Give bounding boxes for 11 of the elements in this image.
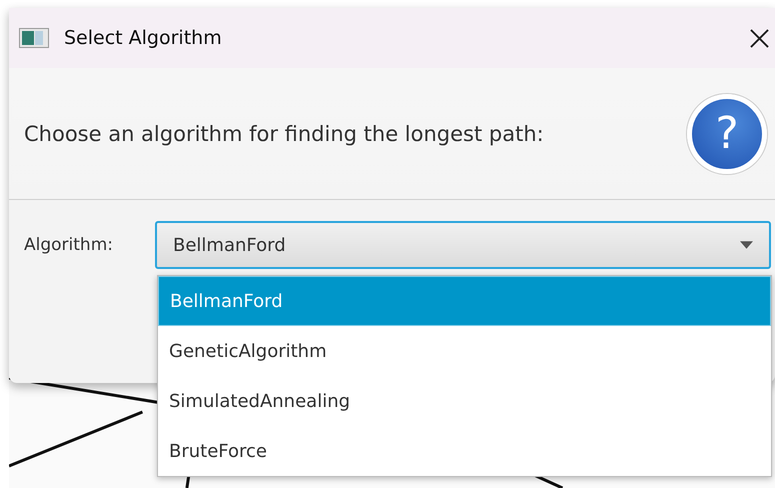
app-icon: [19, 28, 49, 48]
window-title: Select Algorithm: [64, 27, 222, 49]
caret-icon: [740, 241, 753, 249]
help-icon: ?: [687, 94, 767, 174]
field-label: Algorithm:: [24, 235, 114, 255]
dropdown-option[interactable]: BruteForce: [158, 426, 771, 476]
dropdown-option[interactable]: GeneticAlgorithm: [158, 326, 771, 376]
prompt-text: Choose an algorithm for finding the longest path:: [24, 122, 545, 146]
close-icon[interactable]: [750, 28, 769, 48]
dropdown-option[interactable]: SimulatedAnnealing: [158, 376, 771, 426]
algorithm-dropdown[interactable]: BellmanFord: [155, 221, 771, 269]
